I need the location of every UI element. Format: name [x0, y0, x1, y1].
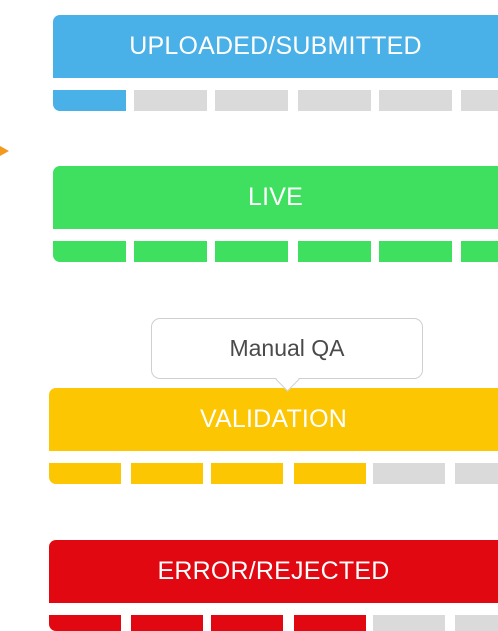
progress-bar [49, 615, 498, 631]
status-label: VALIDATION [49, 388, 498, 451]
progress-segment [49, 615, 121, 631]
progress-segment [131, 615, 203, 631]
progress-bar [53, 90, 498, 111]
progress-segment [49, 463, 121, 484]
progress-segment [379, 90, 452, 111]
status-validation: VALIDATION [49, 388, 498, 484]
progress-segment [461, 90, 498, 111]
progress-segment [298, 241, 371, 262]
status-uploaded-submitted: UPLOADED/SUBMITTED [53, 15, 498, 111]
status-label: ERROR/REJECTED [49, 540, 498, 603]
status-live: LIVE [53, 166, 498, 262]
progress-segment [211, 615, 283, 631]
progress-segment [379, 241, 452, 262]
progress-segment [211, 463, 283, 484]
progress-segment [373, 463, 445, 484]
progress-segment [131, 463, 203, 484]
progress-segment [215, 241, 288, 262]
progress-segment [294, 463, 366, 484]
progress-segment [134, 241, 207, 262]
arrow-pointer-icon [0, 146, 9, 156]
progress-segment [455, 615, 498, 631]
progress-bar [49, 463, 498, 484]
status-error-rejected: ERROR/REJECTED [49, 540, 498, 631]
progress-segment [298, 90, 371, 111]
progress-bar [53, 241, 498, 262]
progress-segment [53, 241, 126, 262]
progress-segment [373, 615, 445, 631]
progress-segment [455, 463, 498, 484]
progress-segment [215, 90, 288, 111]
progress-segment [294, 615, 366, 631]
status-label: UPLOADED/SUBMITTED [53, 15, 498, 78]
progress-segment [134, 90, 207, 111]
progress-segment [461, 241, 498, 262]
status-label: LIVE [53, 166, 498, 229]
progress-segment [53, 90, 126, 111]
